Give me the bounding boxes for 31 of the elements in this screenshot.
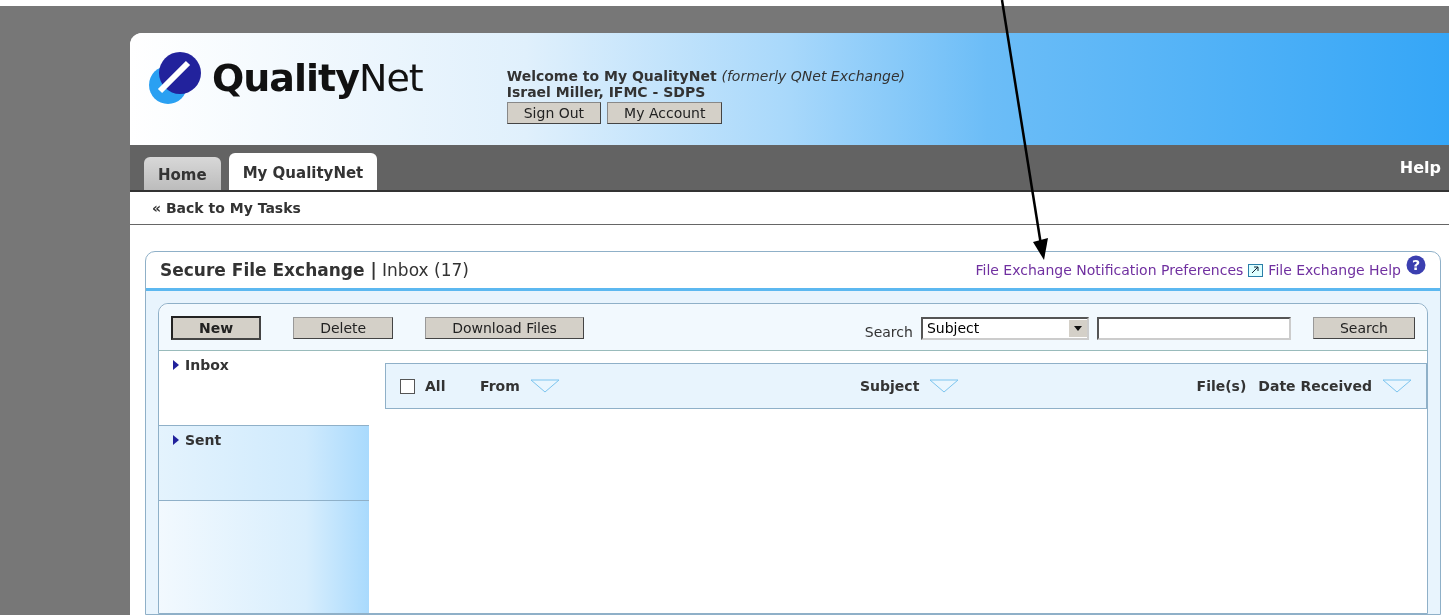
toolbar-button[interactable]: Download Files [425, 317, 584, 339]
help-link[interactable]: Help [1399, 158, 1449, 177]
panel-title: Secure File Exchange | Inbox (17) [160, 260, 469, 280]
dropdown-caret-icon [1068, 319, 1087, 337]
column-header[interactable]: Subject [860, 378, 920, 394]
external-link-icon[interactable] [1248, 263, 1264, 277]
account-button[interactable]: My Account [607, 102, 723, 124]
search-field[interactable] [1096, 316, 1291, 340]
nav-tab[interactable]: Home [144, 157, 221, 190]
search-dropdown[interactable]: Subject [920, 316, 1089, 340]
column-header[interactable]: File(s) [1196, 378, 1247, 394]
column-header: All [425, 378, 446, 394]
search-label: Search [864, 324, 913, 340]
brand-name: QualityNet [212, 56, 423, 100]
back-link[interactable]: « Back to My Tasks [130, 192, 1449, 225]
welcome-text: Welcome to My QualityNet (formerly QNet Exchange) [506, 68, 905, 84]
column-header[interactable]: Date Received [1258, 378, 1372, 394]
sign-out-button[interactable]: Sign Out [506, 102, 602, 124]
column-header[interactable]: From [480, 378, 520, 394]
help-icon[interactable]: ? [1406, 255, 1426, 275]
preferences-link[interactable]: File Exchange Notification Preferences [975, 262, 1244, 278]
triangle-bullet-icon [173, 435, 179, 445]
triangle-bullet-icon [173, 360, 179, 370]
select-all-checkbox[interactable] [400, 378, 415, 394]
toolbar-button[interactable]: Delete [293, 317, 394, 339]
search-button[interactable]: Search [1312, 317, 1415, 339]
toolbar-button[interactable]: New [171, 316, 262, 340]
help-link[interactable]: File Exchange Help [1268, 262, 1401, 278]
nav-tab[interactable]: My QualityNet [228, 153, 378, 190]
user-name: Israel Miller, IFMC - SDPS [506, 84, 707, 100]
folder-item[interactable]: Sent [159, 426, 369, 501]
